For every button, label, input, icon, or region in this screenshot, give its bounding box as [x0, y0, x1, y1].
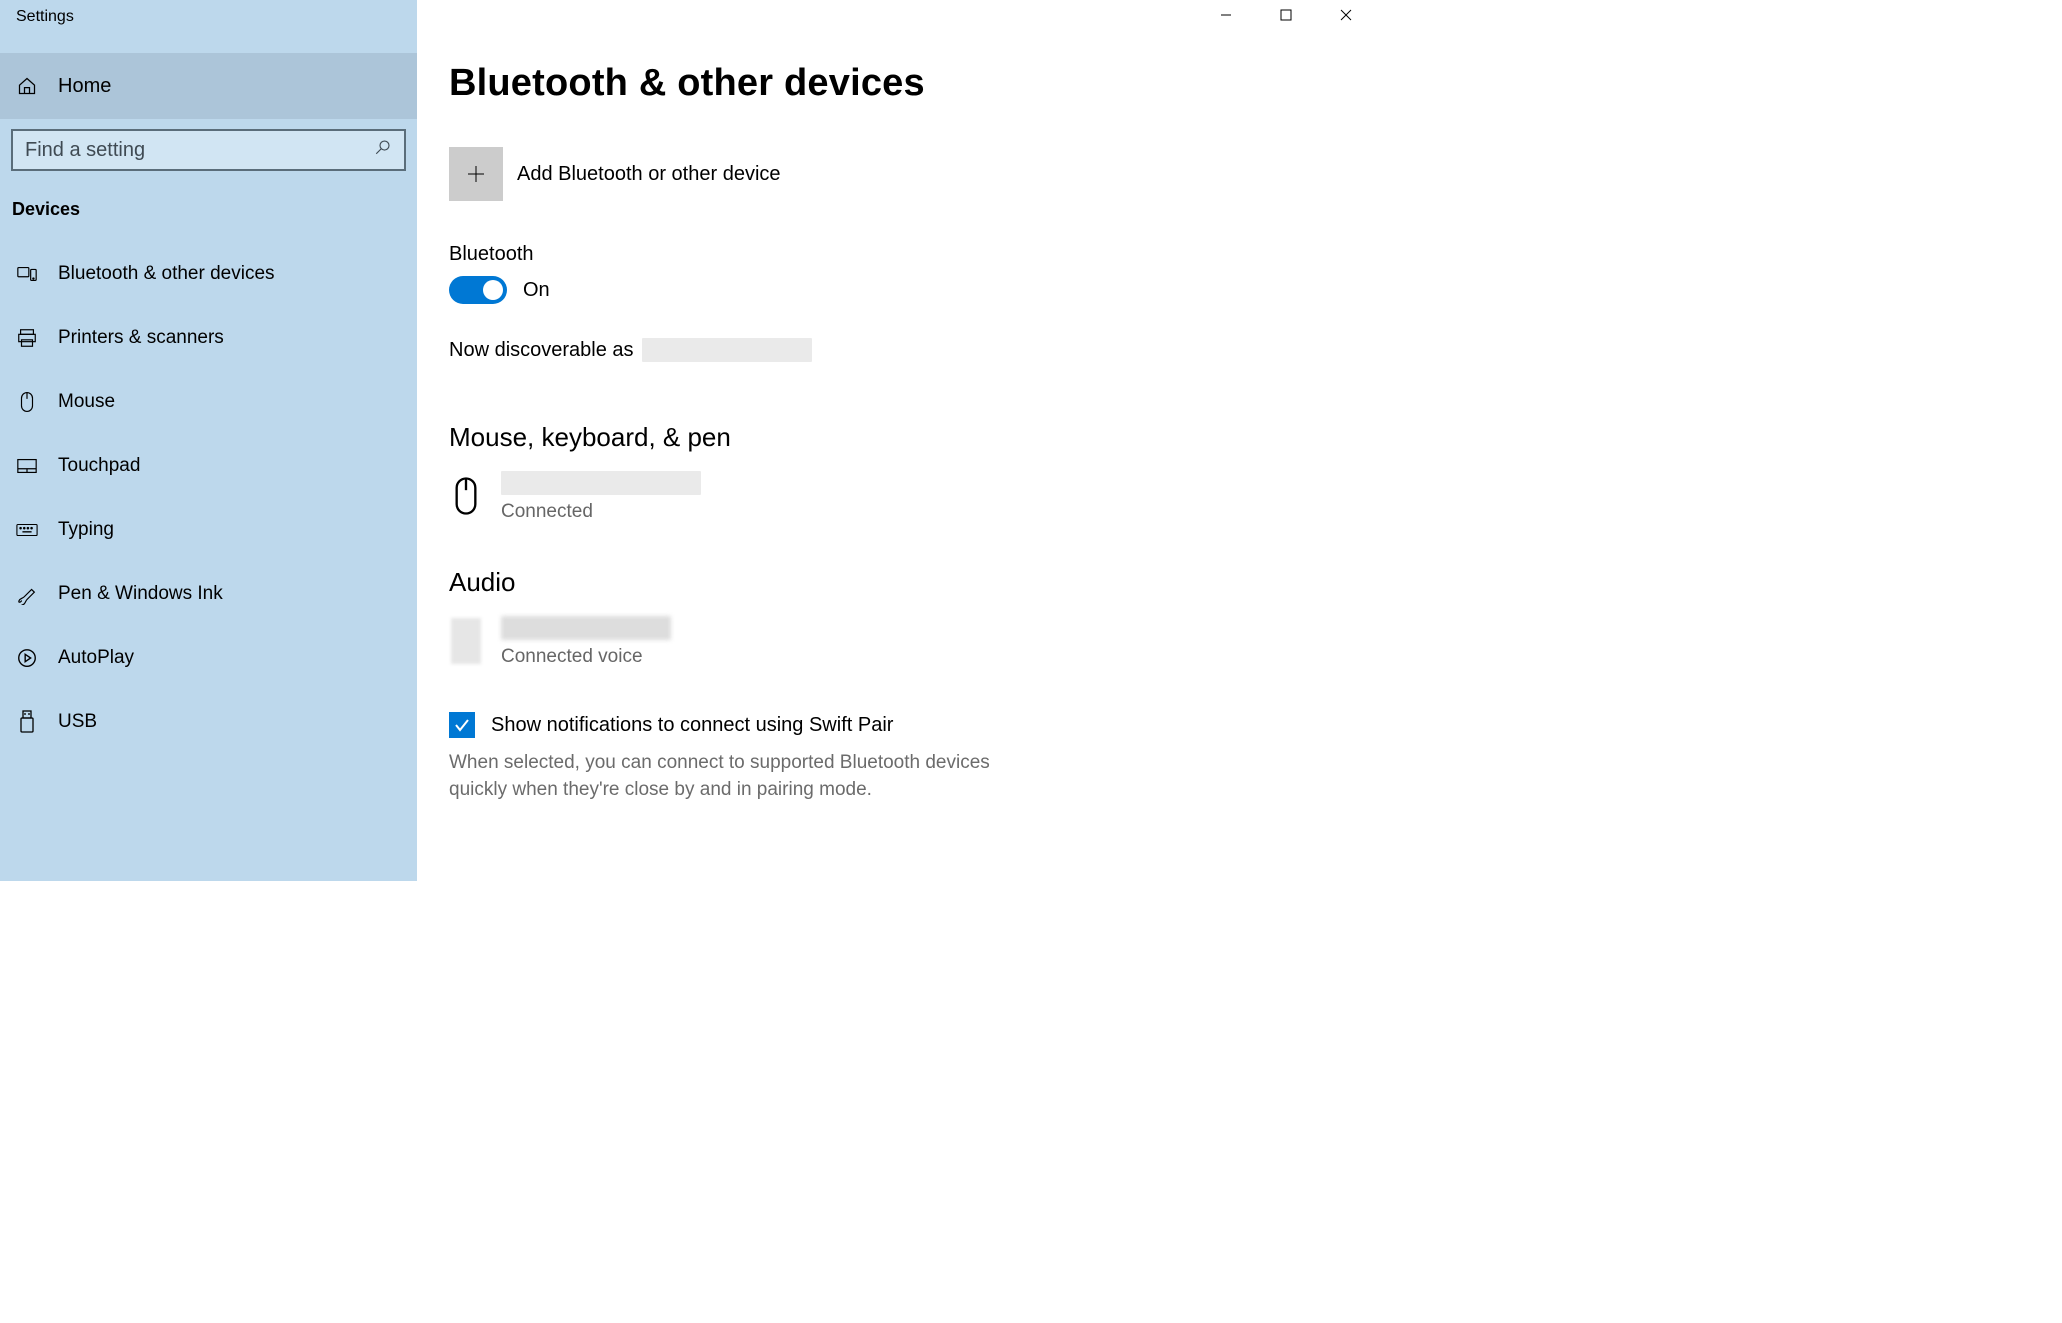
group-audio-heading: Audio — [449, 567, 1376, 598]
printer-icon — [16, 327, 38, 349]
sidebar-item-printers[interactable]: Printers & scanners — [0, 306, 417, 370]
sidebar-item-typing[interactable]: Typing — [0, 498, 417, 562]
sidebar-item-bluetooth[interactable]: Bluetooth & other devices — [0, 242, 417, 306]
bluetooth-toggle[interactable] — [449, 276, 507, 304]
search-icon — [374, 138, 392, 162]
mouse-icon — [16, 391, 38, 413]
audio-device-icon — [449, 618, 483, 664]
swift-pair-label: Show notifications to connect using Swif… — [491, 714, 893, 737]
sidebar-item-touchpad[interactable]: Touchpad — [0, 434, 417, 498]
sidebar-item-label: Home — [58, 75, 111, 98]
close-button[interactable] — [1316, 0, 1376, 30]
device-status: Connected voice — [501, 646, 671, 668]
sidebar-item-label: Bluetooth & other devices — [58, 263, 275, 285]
device-name-redacted — [501, 471, 701, 495]
add-device-label: Add Bluetooth or other device — [517, 163, 781, 186]
device-status: Connected — [501, 501, 701, 523]
main-content: Bluetooth & other devices Add Bluetooth … — [417, 0, 1376, 881]
sidebar-item-label: Touchpad — [58, 455, 140, 477]
add-device-button[interactable]: Add Bluetooth or other device — [449, 147, 1376, 201]
sidebar-item-label: Mouse — [58, 391, 115, 413]
page-title: Bluetooth & other devices — [449, 62, 1376, 105]
swift-pair-description: When selected, you can connect to suppor… — [449, 750, 1049, 803]
minimize-button[interactable] — [1196, 0, 1256, 30]
sidebar-item-label: Pen & Windows Ink — [58, 583, 223, 605]
search-input[interactable] — [25, 139, 374, 162]
autoplay-icon — [16, 647, 38, 669]
bluetooth-heading: Bluetooth — [449, 243, 1376, 266]
keyboard-icon — [16, 522, 38, 538]
home-icon — [16, 76, 38, 96]
plus-icon — [449, 147, 503, 201]
bluetooth-toggle-label: On — [523, 279, 550, 302]
sidebar-item-autoplay[interactable]: AutoPlay — [0, 626, 417, 690]
devices-icon — [16, 263, 38, 285]
sidebar: Settings Home Devices — [0, 0, 417, 881]
usb-icon — [16, 710, 38, 734]
window-title: Settings — [16, 8, 74, 26]
discoverable-line: Now discoverable as — [449, 338, 1376, 362]
group-mouse-heading: Mouse, keyboard, & pen — [449, 422, 1376, 453]
maximize-button[interactable] — [1256, 0, 1316, 30]
device-row-audio[interactable]: Connected voice — [449, 616, 1376, 668]
mouse-icon — [449, 473, 483, 519]
sidebar-item-label: AutoPlay — [58, 647, 134, 669]
sidebar-item-label: USB — [58, 711, 97, 733]
sidebar-item-mouse[interactable]: Mouse — [0, 370, 417, 434]
search-input-container[interactable] — [11, 129, 406, 171]
swift-pair-checkbox[interactable] — [449, 712, 475, 738]
discoverable-name-redacted — [642, 338, 812, 362]
sidebar-item-pen[interactable]: Pen & Windows Ink — [0, 562, 417, 626]
sidebar-item-home[interactable]: Home — [0, 53, 417, 119]
device-name-redacted — [501, 616, 671, 640]
sidebar-item-label: Typing — [58, 519, 114, 541]
discoverable-prefix: Now discoverable as — [449, 339, 634, 362]
sidebar-item-label: Printers & scanners — [58, 327, 224, 349]
sidebar-item-usb[interactable]: USB — [0, 690, 417, 754]
pen-icon — [16, 583, 38, 605]
touchpad-icon — [16, 457, 38, 475]
sidebar-section-label: Devices — [12, 199, 417, 220]
device-row-mouse[interactable]: Connected — [449, 471, 1376, 523]
